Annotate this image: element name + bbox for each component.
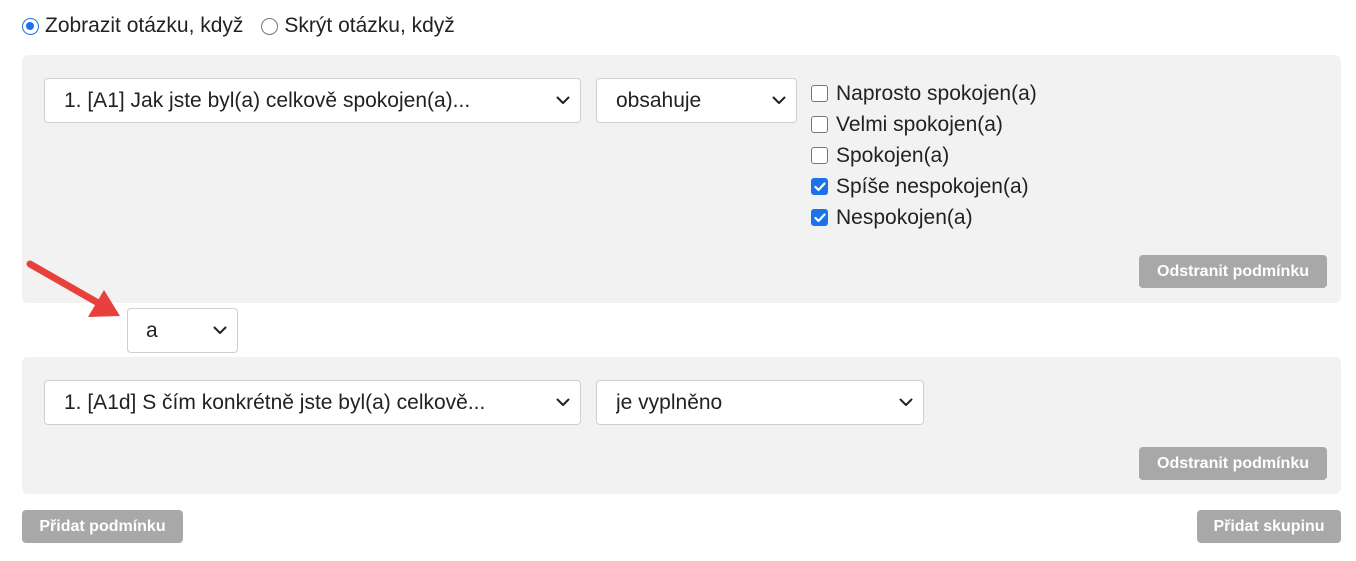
hide-question-option[interactable]: Skrýt otázku, když: [261, 14, 455, 38]
condition-box-2: 1. [A1d] S čím konkrétně jste byl(a) cel…: [22, 357, 1341, 494]
answer-option[interactable]: Velmi spokojen(a): [811, 109, 1037, 140]
chevron-down-icon: [762, 96, 796, 105]
answer-checkbox[interactable]: [811, 147, 828, 164]
annotation-arrow: [26, 260, 120, 317]
add-group-button[interactable]: Přidat skupinu: [1197, 510, 1341, 543]
checkmark-icon: [813, 212, 826, 222]
answer-option-label: Velmi spokojen(a): [836, 112, 1003, 136]
answer-checkbox[interactable]: [811, 116, 828, 133]
checkmark-icon: [813, 181, 826, 191]
answer-option[interactable]: Spokojen(a): [811, 140, 1037, 171]
question-select-2-value: 1. [A1d] S čím konkrétně jste byl(a) cel…: [64, 390, 486, 414]
add-condition-button[interactable]: Přidat podmínku: [22, 510, 183, 543]
visibility-mode-group: Zobrazit otázku, když Skrýt otázku, když: [22, 12, 473, 40]
chevron-down-icon: [889, 398, 923, 407]
question-select-1-value: 1. [A1] Jak jste byl(a) celkově spokojen…: [64, 88, 471, 112]
answer-option-label: Spíše nespokojen(a): [836, 174, 1029, 198]
show-question-option[interactable]: Zobrazit otázku, když: [22, 14, 243, 38]
operator-select-1-value: obsahuje: [616, 88, 702, 112]
show-question-radio[interactable]: [22, 17, 39, 35]
answer-option[interactable]: Naprosto spokojen(a): [811, 78, 1037, 109]
operator-select-1[interactable]: obsahuje: [596, 78, 797, 123]
question-select-2[interactable]: 1. [A1d] S čím konkrétně jste byl(a) cel…: [44, 380, 581, 425]
chevron-down-icon: [546, 96, 580, 105]
chevron-down-icon: [546, 398, 580, 407]
logic-operator-select[interactable]: a: [127, 308, 238, 353]
answer-options-list: Naprosto spokojen(a) Velmi spokojen(a) S…: [811, 78, 1037, 233]
remove-condition-button-2[interactable]: Odstranit podmínku: [1139, 447, 1327, 480]
remove-condition-button-1[interactable]: Odstranit podmínku: [1139, 255, 1327, 288]
logic-operator-value: a: [146, 318, 158, 342]
question-select-1[interactable]: 1. [A1] Jak jste byl(a) celkově spokojen…: [44, 78, 581, 123]
condition-box-1: 1. [A1] Jak jste byl(a) celkově spokojen…: [22, 55, 1341, 303]
hide-question-radio[interactable]: [261, 17, 279, 35]
answer-checkbox[interactable]: [811, 178, 828, 195]
hide-question-label: Skrýt otázku, když: [284, 14, 455, 37]
operator-select-2-value: je vyplněno: [616, 390, 723, 414]
answer-option-label: Naprosto spokojen(a): [836, 81, 1037, 105]
answer-checkbox[interactable]: [811, 85, 828, 102]
answer-checkbox[interactable]: [811, 209, 828, 226]
answer-option[interactable]: Spíše nespokojen(a): [811, 171, 1037, 202]
answer-option-label: Spokojen(a): [836, 143, 950, 167]
answer-option-label: Nespokojen(a): [836, 205, 973, 229]
show-question-label: Zobrazit otázku, když: [45, 14, 244, 37]
chevron-down-icon: [203, 326, 237, 335]
operator-select-2[interactable]: je vyplněno: [596, 380, 924, 425]
answer-option[interactable]: Nespokojen(a): [811, 202, 1037, 233]
